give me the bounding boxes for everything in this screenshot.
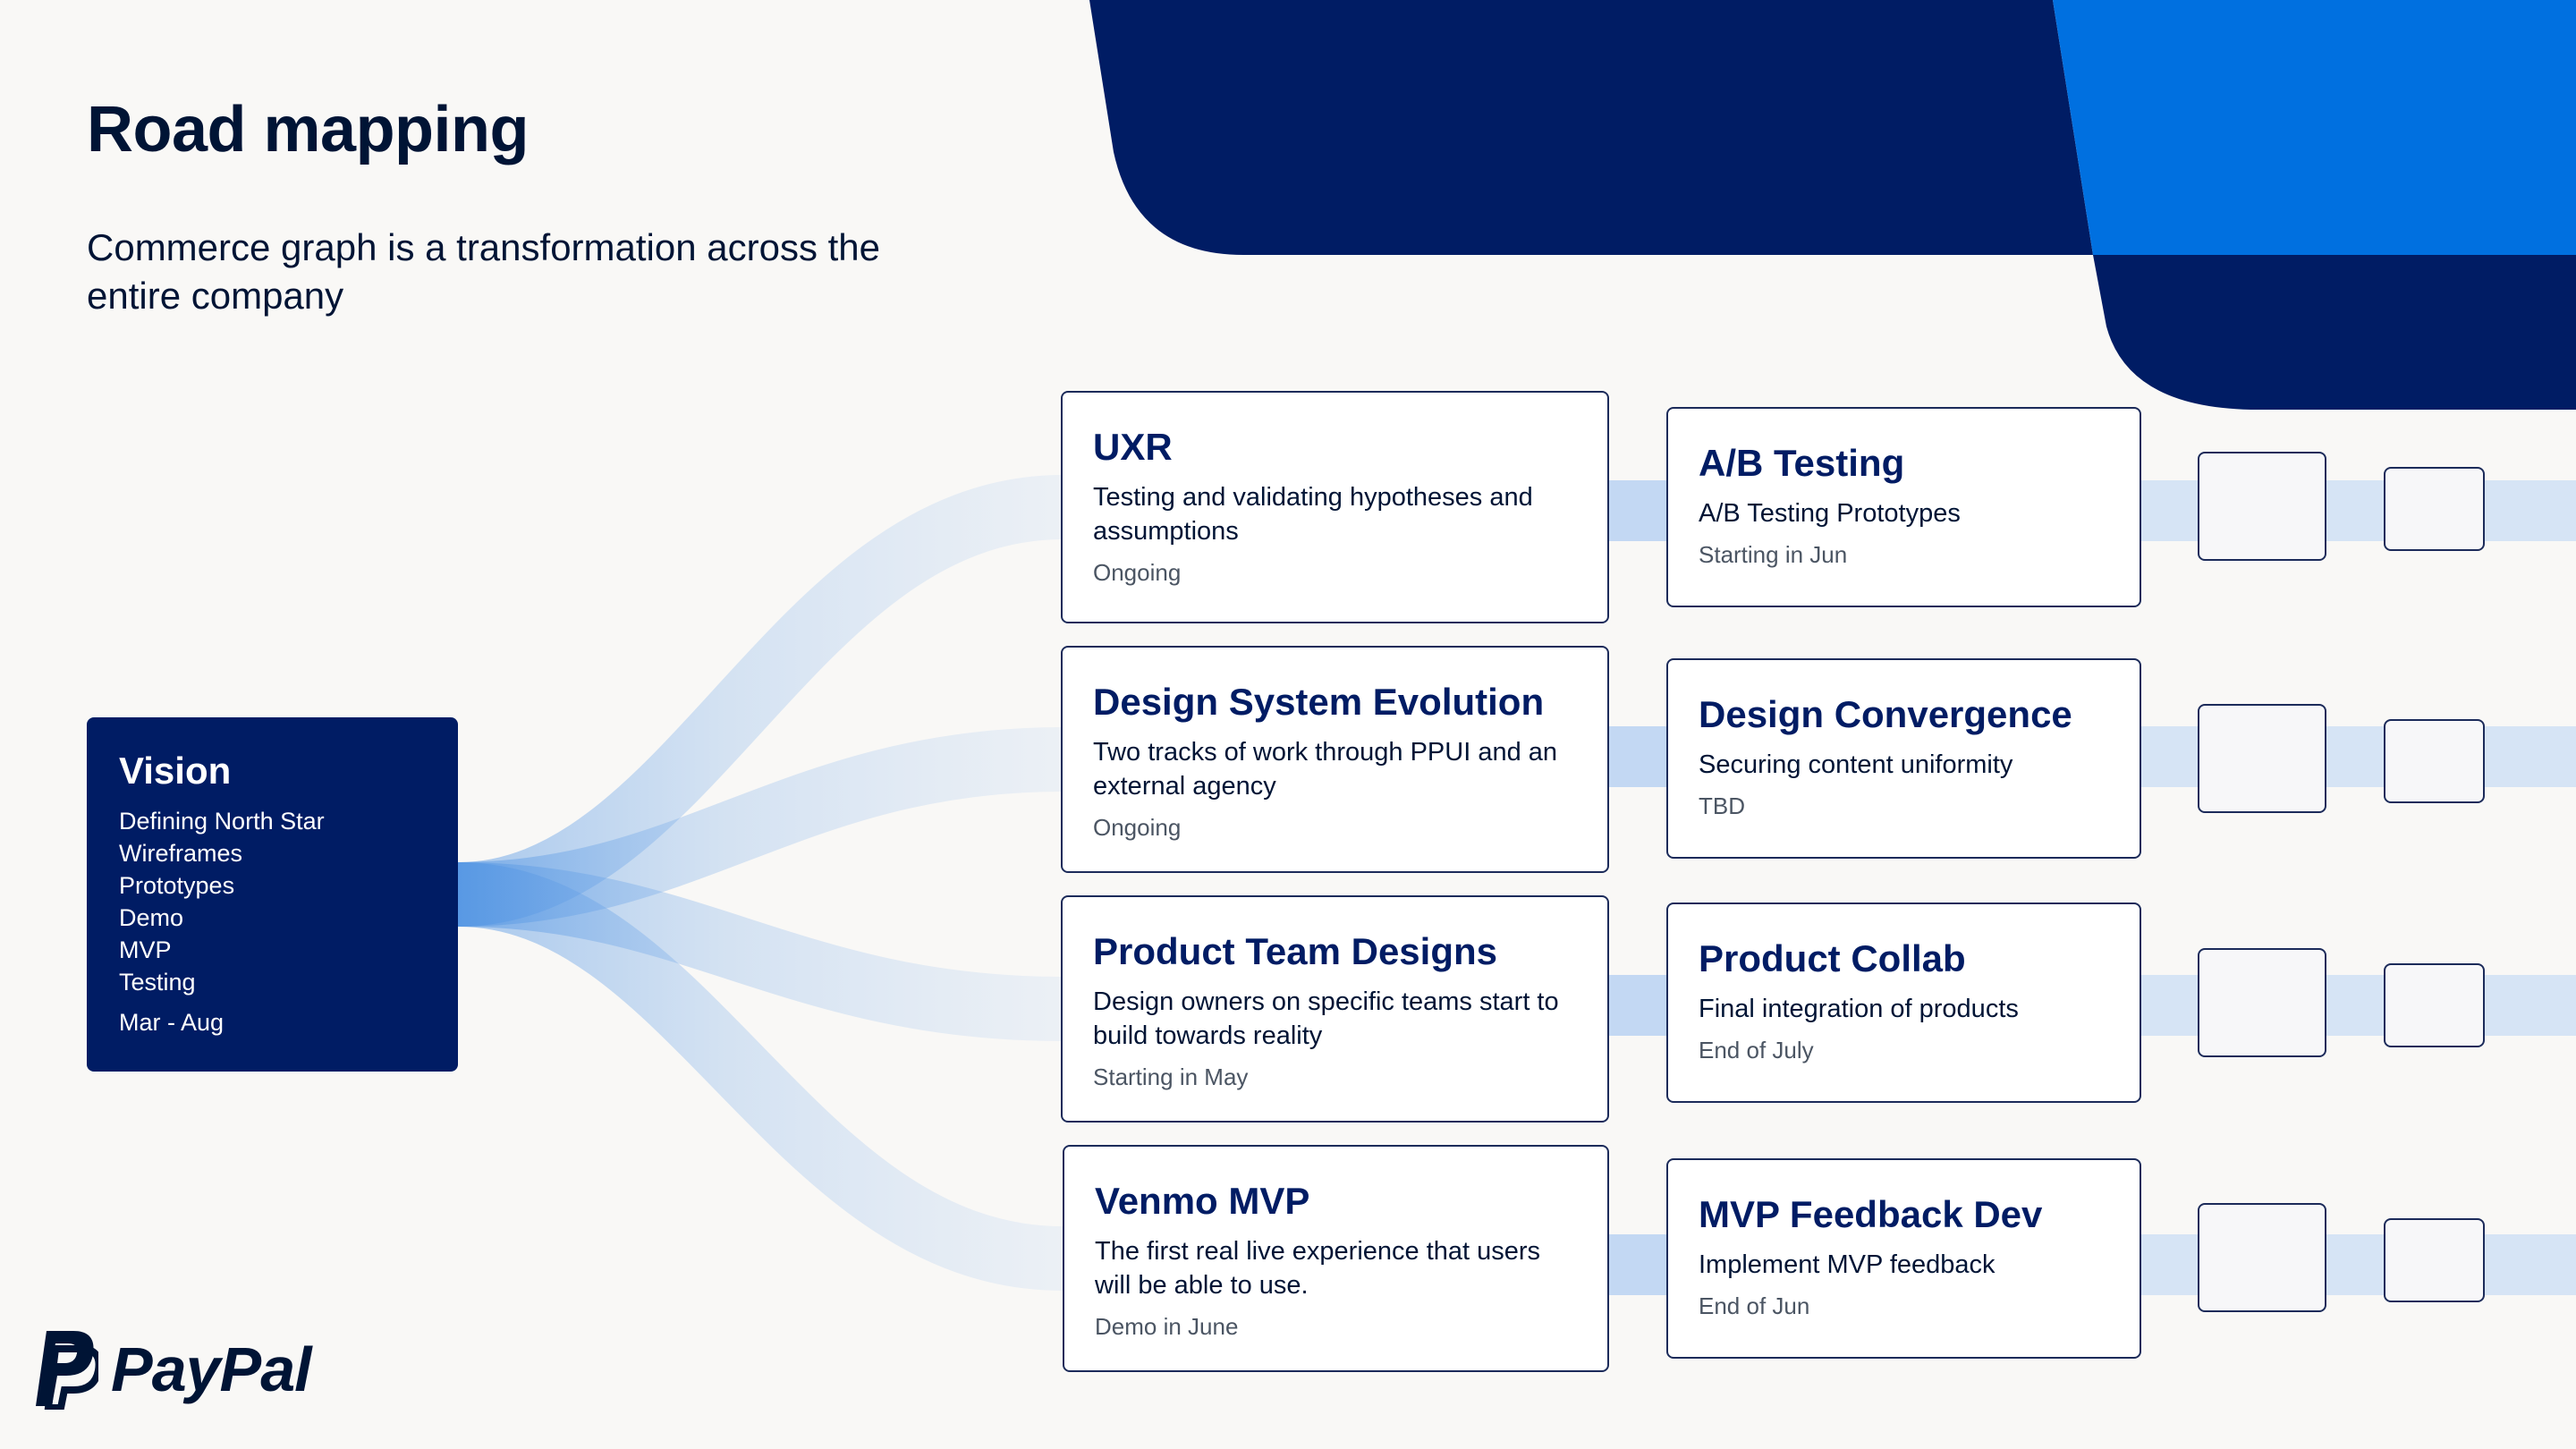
connector-band (2141, 1234, 2199, 1295)
connector-band (1609, 975, 1668, 1036)
track-status: Demo in June (1095, 1313, 1239, 1341)
vision-list: Defining North Star Wireframes Prototype… (119, 805, 426, 998)
connector-band (2326, 1234, 2385, 1295)
next-description: A/B Testing Prototypes (1699, 499, 1961, 529)
next-description: Securing content uniformity (1699, 750, 2013, 780)
track-card-uxr[interactable]: UXR Testing and validating hypotheses an… (1061, 391, 1609, 623)
connector-band (2485, 480, 2576, 541)
placeholder-box-small[interactable] (2384, 467, 2485, 551)
track-card-venmo-mvp[interactable]: Venmo MVP The first real live experience… (1063, 1145, 1609, 1372)
placeholder-box-small[interactable] (2384, 719, 2485, 803)
placeholder-box[interactable] (2198, 452, 2326, 561)
track-status: Starting in May (1093, 1063, 1249, 1091)
next-description: Final integration of products (1699, 995, 2019, 1024)
placeholder-box[interactable] (2198, 1203, 2326, 1312)
roadmap-slide: Road mapping Commerce graph is a transfo… (0, 0, 2576, 1449)
track-description: Two tracks of work through PPUI and an e… (1093, 738, 1558, 801)
next-status: Starting in Jun (1699, 541, 1848, 569)
connector-band (2141, 480, 2199, 541)
connector-band (1609, 480, 1668, 541)
next-description: Implement MVP feedback (1699, 1250, 1996, 1280)
next-status: TBD (1699, 792, 1745, 820)
connector-band (2141, 726, 2199, 787)
next-title: Product Collab (1699, 937, 1966, 979)
connector-band (1609, 726, 1668, 787)
placeholder-box[interactable] (2198, 948, 2326, 1057)
next-title: MVP Feedback Dev (1699, 1193, 2043, 1235)
connector-band (2326, 726, 2385, 787)
next-card-design-convergence[interactable]: Design Convergence Securing content unif… (1666, 658, 2141, 859)
vision-item: Prototypes (119, 872, 235, 899)
paypal-logo: PayPal (34, 1329, 312, 1410)
paypal-p-icon (36, 1331, 98, 1410)
connector-band (1609, 1234, 1668, 1295)
track-description: Design owners on specific teams start to… (1093, 987, 1559, 1051)
decorative-navy-corner (2093, 255, 2576, 410)
page-subtitle: Commerce graph is a transformation acros… (87, 226, 881, 317)
track-title: Venmo MVP (1095, 1180, 1310, 1222)
paypal-wordmark: PayPal (111, 1335, 312, 1404)
next-title: A/B Testing (1699, 442, 1905, 484)
track-description: Testing and validating hypotheses and as… (1093, 483, 1533, 547)
vision-item: Wireframes (119, 840, 243, 867)
vision-item: MVP (119, 936, 172, 963)
decorative-blue-shape (2053, 0, 2576, 255)
track-title: UXR (1093, 426, 1173, 468)
track-status: Ongoing (1093, 559, 1182, 587)
decorative-navy-shape (1089, 0, 2093, 255)
next-card-ab-testing[interactable]: A/B Testing A/B Testing Prototypes Start… (1666, 407, 2141, 607)
connector-band (2485, 1234, 2576, 1295)
next-card-product-collab[interactable]: Product Collab Final integration of prod… (1666, 902, 2141, 1103)
next-status: End of Jun (1699, 1292, 1810, 1320)
placeholder-box[interactable] (2198, 704, 2326, 813)
vision-date: Mar - Aug (119, 1009, 225, 1036)
next-card-mvp-feedback[interactable]: MVP Feedback Dev Implement MVP feedback … (1666, 1158, 2141, 1359)
vision-title: Vision (119, 750, 232, 792)
track-card-product-team[interactable]: Product Team Designs Design owners on sp… (1061, 895, 1609, 1123)
placeholder-box-small[interactable] (2384, 1218, 2485, 1302)
connector-band (2485, 726, 2576, 787)
page-title: Road mapping (87, 94, 530, 165)
next-title: Design Convergence (1699, 693, 2072, 735)
vision-item: Testing (119, 969, 196, 996)
vision-item: Demo (119, 904, 184, 931)
track-title: Design System Evolution (1093, 681, 1545, 723)
vision-item: Defining North Star (119, 808, 325, 835)
connector-band (2326, 975, 2385, 1036)
track-title: Product Team Designs (1093, 930, 1497, 972)
next-status: End of July (1699, 1037, 1814, 1064)
connector-band (2326, 480, 2385, 541)
vision-card[interactable]: Vision Defining North Star Wireframes Pr… (87, 717, 458, 1072)
placeholder-box-small[interactable] (2384, 963, 2485, 1047)
track-description: The first real live experience that user… (1095, 1237, 1541, 1301)
track-status: Ongoing (1093, 814, 1182, 842)
connector-band (2485, 975, 2576, 1036)
connector-band (2141, 975, 2199, 1036)
track-card-design-system[interactable]: Design System Evolution Two tracks of wo… (1061, 646, 1609, 873)
flow-ribbons (456, 475, 1063, 1291)
